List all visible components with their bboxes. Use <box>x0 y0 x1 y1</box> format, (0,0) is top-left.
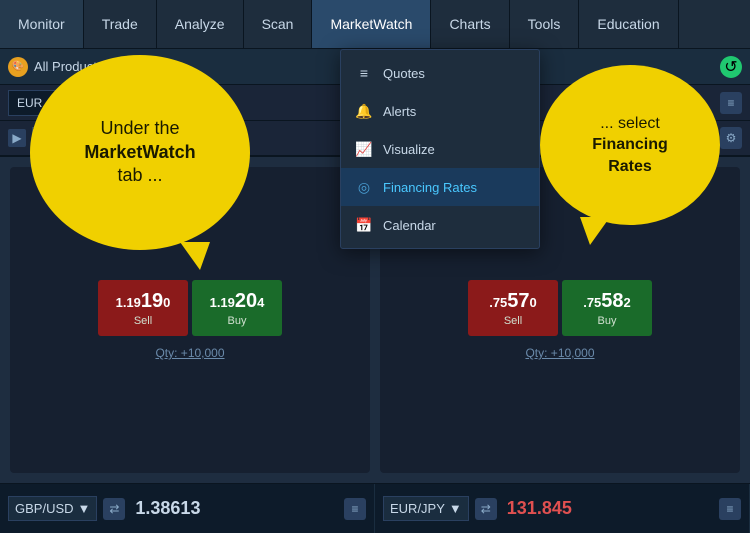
qty-2[interactable]: Qty: +10,000 <box>525 346 594 360</box>
pair-select-1[interactable]: GBP/USD ▼ <box>8 496 97 521</box>
nav-charts[interactable]: Charts <box>431 0 509 48</box>
nav-tools[interactable]: Tools <box>510 0 580 48</box>
marketwatch-dropdown: ≡ Quotes 🔔 Alerts 📈 Visualize ◎ Financin… <box>340 49 540 249</box>
buy-pre-2: .75 <box>583 295 601 310</box>
buy-post-2: 2 <box>624 295 631 310</box>
sell-label-1: Sell <box>134 315 152 327</box>
pair2-menu-icon[interactable]: ≡ <box>719 498 741 520</box>
sell-label-2: Sell <box>504 315 522 327</box>
dropdown-quotes[interactable]: ≡ Quotes <box>341 54 539 92</box>
nav-analyze[interactable]: Analyze <box>157 0 244 48</box>
dropdown-financing-rates[interactable]: ◎ Financing Rates <box>341 168 539 206</box>
dropdown-alerts[interactable]: 🔔 Alerts <box>341 92 539 130</box>
pair2-transfer-icon[interactable]: ⇄ <box>475 498 497 520</box>
buy-label-1: Buy <box>228 315 247 327</box>
qty-1[interactable]: Qty: +10,000 <box>155 346 224 360</box>
dropdown-calendar[interactable]: 📅 Calendar <box>341 206 539 244</box>
pair1-price: 1.38613 <box>135 498 200 519</box>
nav-monitor[interactable]: Monitor <box>0 0 84 48</box>
bubble-left: Under the MarketWatch tab ... <box>30 55 250 250</box>
calendar-icon: 📅 <box>355 216 373 234</box>
list-icon[interactable]: ≡ <box>720 92 742 114</box>
pair1-menu-icon[interactable]: ≡ <box>344 498 366 520</box>
sell-button-2[interactable]: .75570 Sell <box>468 280 558 336</box>
visualize-icon: 📈 <box>355 140 373 158</box>
expand-icon[interactable]: ▶ <box>8 129 26 147</box>
refresh-icon[interactable]: ↺ <box>720 56 742 78</box>
nav-education[interactable]: Education <box>579 0 678 48</box>
nav-scan[interactable]: Scan <box>244 0 313 48</box>
sell-post-1: 0 <box>163 295 170 310</box>
sell-pre-2: .75 <box>489 295 507 310</box>
buy-post-1: 4 <box>257 295 264 310</box>
pair2-price: 131.845 <box>507 498 572 519</box>
buy-big-2: 58 <box>601 290 623 313</box>
financing-icon: ◎ <box>355 178 373 196</box>
bubble-right: ... select FinancingRates <box>540 65 720 225</box>
status-pair-1: GBP/USD ▼ ⇄ 1.38613 ≡ <box>0 484 375 533</box>
product-icon: 🎨 <box>8 57 28 77</box>
pair-select-2[interactable]: EUR/JPY ▼ <box>383 496 469 521</box>
status-pair-2: EUR/JPY ▼ ⇄ 131.845 ≡ <box>375 484 750 533</box>
buy-button-2[interactable]: .75582 Buy <box>562 280 652 336</box>
dropdown-visualize[interactable]: 📈 Visualize <box>341 130 539 168</box>
buy-label-2: Buy <box>598 315 617 327</box>
price-row-1: 1.19190 Sell 1.19204 Buy <box>98 280 282 336</box>
buy-button-1[interactable]: 1.19204 Buy <box>192 280 282 336</box>
sell-post-2: 0 <box>530 295 537 310</box>
alerts-icon: 🔔 <box>355 102 373 120</box>
sell-big-1: 19 <box>141 290 163 313</box>
status-bar: GBP/USD ▼ ⇄ 1.38613 ≡ EUR/JPY ▼ ⇄ 131.84… <box>0 483 750 533</box>
pair1-transfer-icon[interactable]: ⇄ <box>103 498 125 520</box>
quotes-icon: ≡ <box>355 64 373 82</box>
buy-big-1: 20 <box>235 290 257 313</box>
sell-button-1[interactable]: 1.19190 Sell <box>98 280 188 336</box>
buy-pre-1: 1.19 <box>210 295 235 310</box>
price-row-2: .75570 Sell .75582 Buy <box>468 280 652 336</box>
sell-big-2: 57 <box>507 290 529 313</box>
settings-icon[interactable]: ⚙ <box>720 127 742 149</box>
nav-trade[interactable]: Trade <box>84 0 157 48</box>
nav-marketwatch[interactable]: MarketWatch <box>312 0 431 48</box>
nav-bar: Monitor Trade Analyze Scan MarketWatch C… <box>0 0 750 49</box>
sell-pre-1: 1.19 <box>116 295 141 310</box>
